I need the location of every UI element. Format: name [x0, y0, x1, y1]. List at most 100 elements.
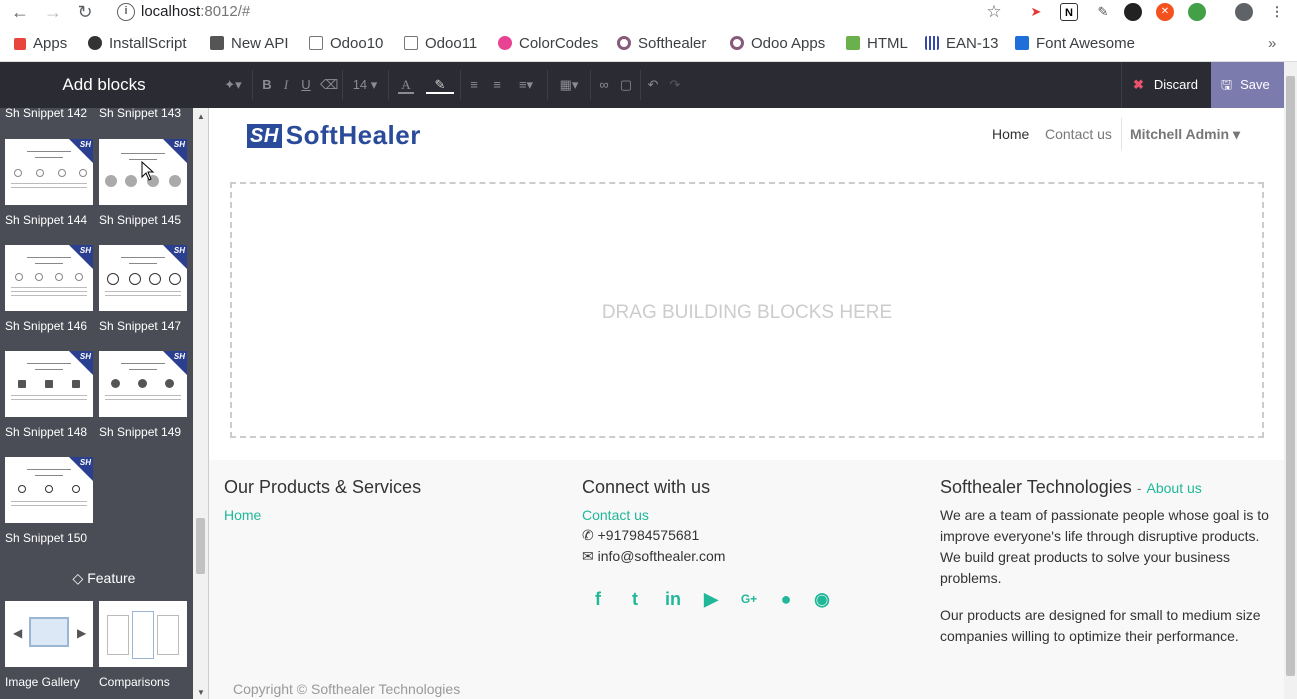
- bookmarks-overflow-icon[interactable]: »: [1268, 35, 1276, 53]
- bullet-list-icon[interactable]: ≡: [467, 76, 481, 94]
- bookmark-label: InstallScript: [109, 35, 187, 52]
- font-size-select[interactable]: 14 ▾: [350, 76, 380, 94]
- snippet-144[interactable]: SH Sh Snippet 144: [5, 139, 93, 227]
- github-icon[interactable]: ●: [775, 588, 797, 610]
- background-color-icon[interactable]: ✎: [426, 76, 454, 94]
- snippet-148[interactable]: SH Sh Snippet 148: [5, 351, 93, 439]
- footer-email[interactable]: ✉ info@softhealer.com: [582, 546, 725, 567]
- site-navbar: SH SoftHealer Home Contact us Mitchell Ad…: [209, 108, 1284, 160]
- url-bar[interactable]: localhost:8012/#: [141, 3, 250, 20]
- bookmark-softhealer[interactable]: Softhealer: [617, 35, 706, 53]
- footer-about-text: We are a team of passionate people whose…: [940, 507, 1269, 586]
- drop-zone[interactable]: DRAG BUILDING BLOCKS HERE: [230, 182, 1264, 438]
- magic-wand-icon[interactable]: ✦▾: [220, 76, 246, 94]
- redo-icon[interactable]: ↷: [668, 76, 682, 94]
- menu-kebab-icon[interactable]: ⋮: [1268, 3, 1286, 21]
- snippet-147[interactable]: SH Sh Snippet 147: [99, 245, 187, 333]
- toolbar-divider: [547, 70, 548, 100]
- url-host: localhost: [141, 3, 201, 20]
- bold-icon[interactable]: B: [260, 76, 274, 94]
- reload-icon[interactable]: ↻: [75, 2, 95, 22]
- link-icon[interactable]: ∞: [597, 76, 611, 94]
- extension-picker-icon[interactable]: ✎: [1094, 3, 1112, 21]
- table-icon[interactable]: ▦▾: [555, 76, 583, 94]
- toolbar-divider: [252, 70, 253, 100]
- snippet-image-gallery[interactable]: ◀ ▶ Image Gallery: [5, 601, 93, 689]
- browser-chrome: ← → ↻ i localhost:8012/# ☆ ➤ N ✎ ✕ ⋮ App…: [0, 0, 1297, 62]
- snippet-thumbnail: SH: [99, 351, 187, 417]
- scroll-up-icon[interactable]: ▲: [196, 112, 206, 121]
- user-menu[interactable]: Mitchell Admin ▾: [1121, 118, 1240, 150]
- bookmark-odoo10[interactable]: Odoo10: [309, 35, 383, 53]
- footer-contact-link[interactable]: Contact us: [582, 507, 649, 523]
- site-info-icon[interactable]: i: [117, 3, 135, 21]
- extension-n-icon[interactable]: N: [1060, 3, 1078, 21]
- page-icon: [210, 36, 224, 50]
- nav-home[interactable]: Home: [992, 126, 1029, 142]
- snippet-143[interactable]: Sh Snippet 143: [99, 108, 187, 120]
- bookmark-installscript[interactable]: InstallScript: [88, 35, 187, 53]
- scroll-down-icon[interactable]: ▼: [196, 688, 206, 697]
- bookmarks-bar: Apps InstallScript New API Odoo10 Odoo11…: [0, 32, 1297, 56]
- title-separator: -: [1136, 480, 1142, 496]
- snippet-150[interactable]: SH Sh Snippet 150: [5, 457, 93, 545]
- undo-icon[interactable]: ↶: [646, 76, 660, 94]
- footer-about-link[interactable]: About us: [1147, 480, 1202, 496]
- discard-button[interactable]: ✖ Discard: [1121, 62, 1210, 108]
- footer-home-link[interactable]: Home: [224, 507, 261, 523]
- nav-contact-us[interactable]: Contact us: [1045, 126, 1112, 142]
- extension-globe-icon[interactable]: [1188, 3, 1206, 21]
- bookmark-ean13[interactable]: EAN-13: [925, 35, 999, 53]
- snippet-145[interactable]: SH Sh Snippet 145: [99, 139, 187, 227]
- page-scroll-thumb[interactable]: [1286, 76, 1295, 676]
- bookmark-font-awesome[interactable]: Font Awesome: [1015, 35, 1135, 53]
- font-color-icon[interactable]: A: [398, 76, 414, 94]
- snippet-149[interactable]: SH Sh Snippet 149: [99, 351, 187, 439]
- instagram-icon[interactable]: ◉: [811, 588, 833, 610]
- sh-badge-text: SH: [79, 246, 91, 255]
- sidebar-scroll-thumb[interactable]: [196, 518, 205, 574]
- logo-text: SoftHealer: [285, 120, 421, 150]
- facebook-icon[interactable]: f: [587, 588, 609, 610]
- chart-icon: [846, 36, 860, 50]
- footer-phone: ✆ +917984575681: [582, 525, 699, 546]
- snippet-thumbnail: SH: [5, 245, 93, 311]
- snippet-146[interactable]: SH Sh Snippet 146: [5, 245, 93, 333]
- editor-toolbar: Add blocks ✦▾ B I U ⌫ 14 ▾ A ✎ ≡ ≡ ≡▾ ▦▾…: [0, 62, 1297, 108]
- google-plus-icon[interactable]: G+: [738, 588, 760, 610]
- eraser-icon[interactable]: ⌫: [320, 76, 338, 94]
- youtube-icon[interactable]: ▶: [700, 588, 722, 610]
- numbered-list-icon[interactable]: ≡: [490, 76, 504, 94]
- paragraph-align-icon[interactable]: ≡▾: [512, 76, 540, 94]
- underline-icon[interactable]: U: [299, 76, 313, 94]
- add-blocks-title: Add blocks: [62, 75, 146, 94]
- linkedin-icon[interactable]: in: [662, 588, 684, 610]
- bookmark-apps[interactable]: Apps: [14, 35, 67, 53]
- extension-icon[interactable]: ➤: [1027, 3, 1045, 21]
- bookmark-label: Odoo11: [425, 35, 478, 52]
- softhealer-logo[interactable]: SH SoftHealer: [247, 120, 421, 150]
- bookmark-html[interactable]: HTML: [846, 35, 908, 53]
- bookmark-label: Font Awesome: [1036, 35, 1135, 52]
- extension-dark-icon[interactable]: [1124, 3, 1142, 21]
- extension-orange-icon[interactable]: ✕: [1156, 3, 1174, 21]
- phone-icon: ✆: [582, 527, 598, 543]
- bookmark-odoo-apps[interactable]: Odoo Apps: [730, 35, 825, 53]
- snippet-thumbnail: SH: [5, 457, 93, 523]
- snippet-142[interactable]: Sh Snippet 142: [5, 108, 93, 120]
- snippet-label: Sh Snippet 143: [99, 108, 182, 120]
- bookmark-colorcodes[interactable]: ColorCodes: [498, 35, 598, 53]
- image-icon[interactable]: ▢: [619, 76, 633, 94]
- bookmark-new-api[interactable]: New API: [210, 35, 289, 53]
- sidebar-scrollbar[interactable]: [193, 108, 208, 699]
- user-name: Mitchell Admin: [1130, 126, 1230, 142]
- bookmark-odoo11[interactable]: Odoo11: [404, 35, 477, 53]
- bookmark-star-icon[interactable]: ☆: [985, 3, 1003, 21]
- snippet-comparisons[interactable]: Comparisons: [99, 601, 187, 689]
- twitter-icon[interactable]: t: [624, 588, 646, 610]
- sh-badge-text: SH: [173, 140, 185, 149]
- profile-icon[interactable]: [1235, 3, 1253, 21]
- back-icon[interactable]: ←: [10, 2, 30, 22]
- italic-icon[interactable]: I: [280, 76, 292, 94]
- forward-icon[interactable]: →: [43, 2, 63, 22]
